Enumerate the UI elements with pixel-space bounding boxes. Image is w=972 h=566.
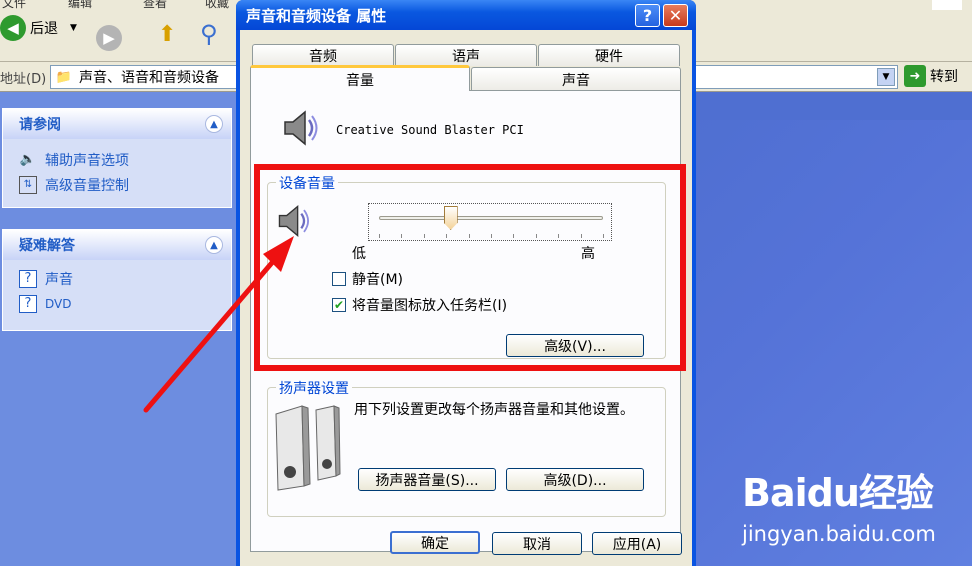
tab-audio[interactable]: 音频 [252,44,394,66]
volume-control-icon: ⇅ [19,175,37,194]
collapse-icon[interactable]: ▲ [205,236,223,254]
speaker-volume-button[interactable]: 扬声器音量(S)... [358,468,496,491]
troubleshoot-header[interactable]: 疑难解答 ▲ [3,230,231,260]
link-sound[interactable]: ? 声音 [3,266,231,291]
address-label: 地址(D) [0,72,47,87]
windows-logo-icon [932,0,962,10]
help-button[interactable]: ? [635,4,660,27]
go-button[interactable]: ➜ 转到 [904,65,958,87]
watermark-logo: Baidu经验 [742,471,934,515]
link-dvd[interactable]: ? DVD [3,291,231,316]
see-also-title: 请参阅 [19,117,61,133]
close-button[interactable]: ✕ [663,4,688,27]
speaker-icon: 🔈 [19,152,37,167]
help-icon: ? [19,294,37,313]
link-accessibility-sound[interactable]: 🔈 辅助声音选项 [3,147,231,172]
ok-button[interactable]: 确定 [390,531,480,554]
menu-view[interactable]: 查看 [143,0,167,11]
link-label: 声音 [45,271,73,288]
link-label: DVD [45,296,72,311]
speaker-settings-label: 扬声器设置 [276,378,352,398]
go-arrow-icon: ➜ [904,65,926,87]
back-arrow-icon: ◀ [0,15,26,41]
dialog-title: 声音和音频设备 属性 [246,6,387,25]
link-label: 辅助声音选项 [45,152,129,169]
troubleshoot-title: 疑难解答 [19,238,75,254]
speaker-settings-group: 扬声器设置 用下列设置更改每个扬声器音量和其他设置。 扬声器音量(S)... 高… [267,378,666,517]
menu-file[interactable]: 文件 [2,0,26,11]
search-icon[interactable]: ⚲ [200,20,218,48]
cancel-button[interactable]: 取消 [492,532,582,555]
device-name: Creative Sound Blaster PCI [336,123,524,137]
menu-edit[interactable]: 编辑 [68,0,92,11]
help-icon: ? [19,269,37,288]
speakers-icon [275,405,341,491]
dialog-title-bar[interactable]: 声音和音频设备 属性 [236,0,696,30]
tab-volume[interactable]: 音量 [250,65,470,91]
forward-button[interactable]: ▶ [96,25,122,51]
back-label: 后退 [30,21,58,37]
back-dropdown-icon[interactable]: ▼ [70,23,77,33]
go-label: 转到 [930,69,958,85]
speaker-advanced-button[interactable]: 高级(D)... [506,468,644,491]
address-value: 声音、语音和音频设备 [79,70,219,86]
back-button[interactable]: ◀ 后退 ▼ [0,14,77,42]
highlight-box [254,164,686,371]
collapse-icon[interactable]: ▲ [205,115,223,133]
address-dropdown-icon[interactable]: ▼ [877,68,895,86]
speaker-icon [284,110,318,146]
folder-icon: 📁 [55,69,73,85]
troubleshoot-panel: 疑难解答 ▲ ? 声音 ? DVD [2,229,232,331]
apply-button[interactable]: 应用(A) [592,532,682,555]
up-folder-icon[interactable]: ⬆ [158,22,176,47]
see-also-panel: 请参阅 ▲ 🔈 辅助声音选项 ⇅ 高级音量控制 [2,108,232,208]
link-advanced-volume[interactable]: ⇅ 高级音量控制 [3,172,231,197]
speaker-description: 用下列设置更改每个扬声器音量和其他设置。 [354,402,634,418]
tab-sounds[interactable]: 声音 [471,67,681,91]
watermark-url: jingyan.baidu.com [742,522,936,546]
tab-hardware[interactable]: 硬件 [538,44,680,66]
link-label: 高级音量控制 [45,177,129,194]
tab-voice[interactable]: 语声 [395,44,537,66]
see-also-header[interactable]: 请参阅 ▲ [3,109,231,139]
menu-favorites[interactable]: 收藏 [205,0,229,11]
